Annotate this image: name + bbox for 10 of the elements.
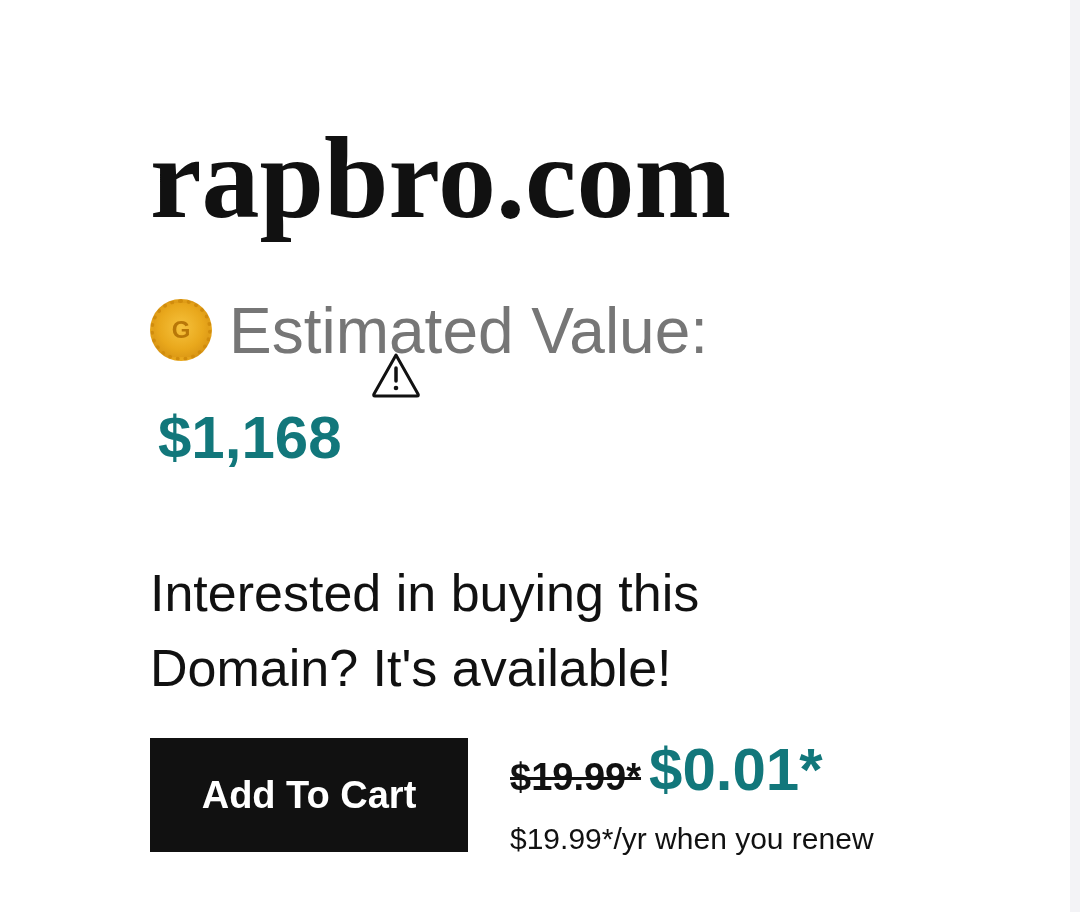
estimated-value: $1,168: [158, 408, 342, 468]
estimated-value-label: Estimated Value:: [229, 299, 709, 363]
availability-message: Interested in buying this Domain? It's available!: [150, 563, 701, 699]
renewal-price: $19.99*/yr when you renew: [510, 821, 874, 857]
warning-icon: [371, 352, 421, 398]
sale-price: $0.01*: [649, 740, 823, 800]
coin-logo: G: [150, 298, 212, 361]
original-price: $19.99*: [510, 757, 641, 797]
domain-name: rapbro.com: [150, 113, 733, 243]
add-to-cart-button[interactable]: Add To Cart: [150, 738, 468, 852]
